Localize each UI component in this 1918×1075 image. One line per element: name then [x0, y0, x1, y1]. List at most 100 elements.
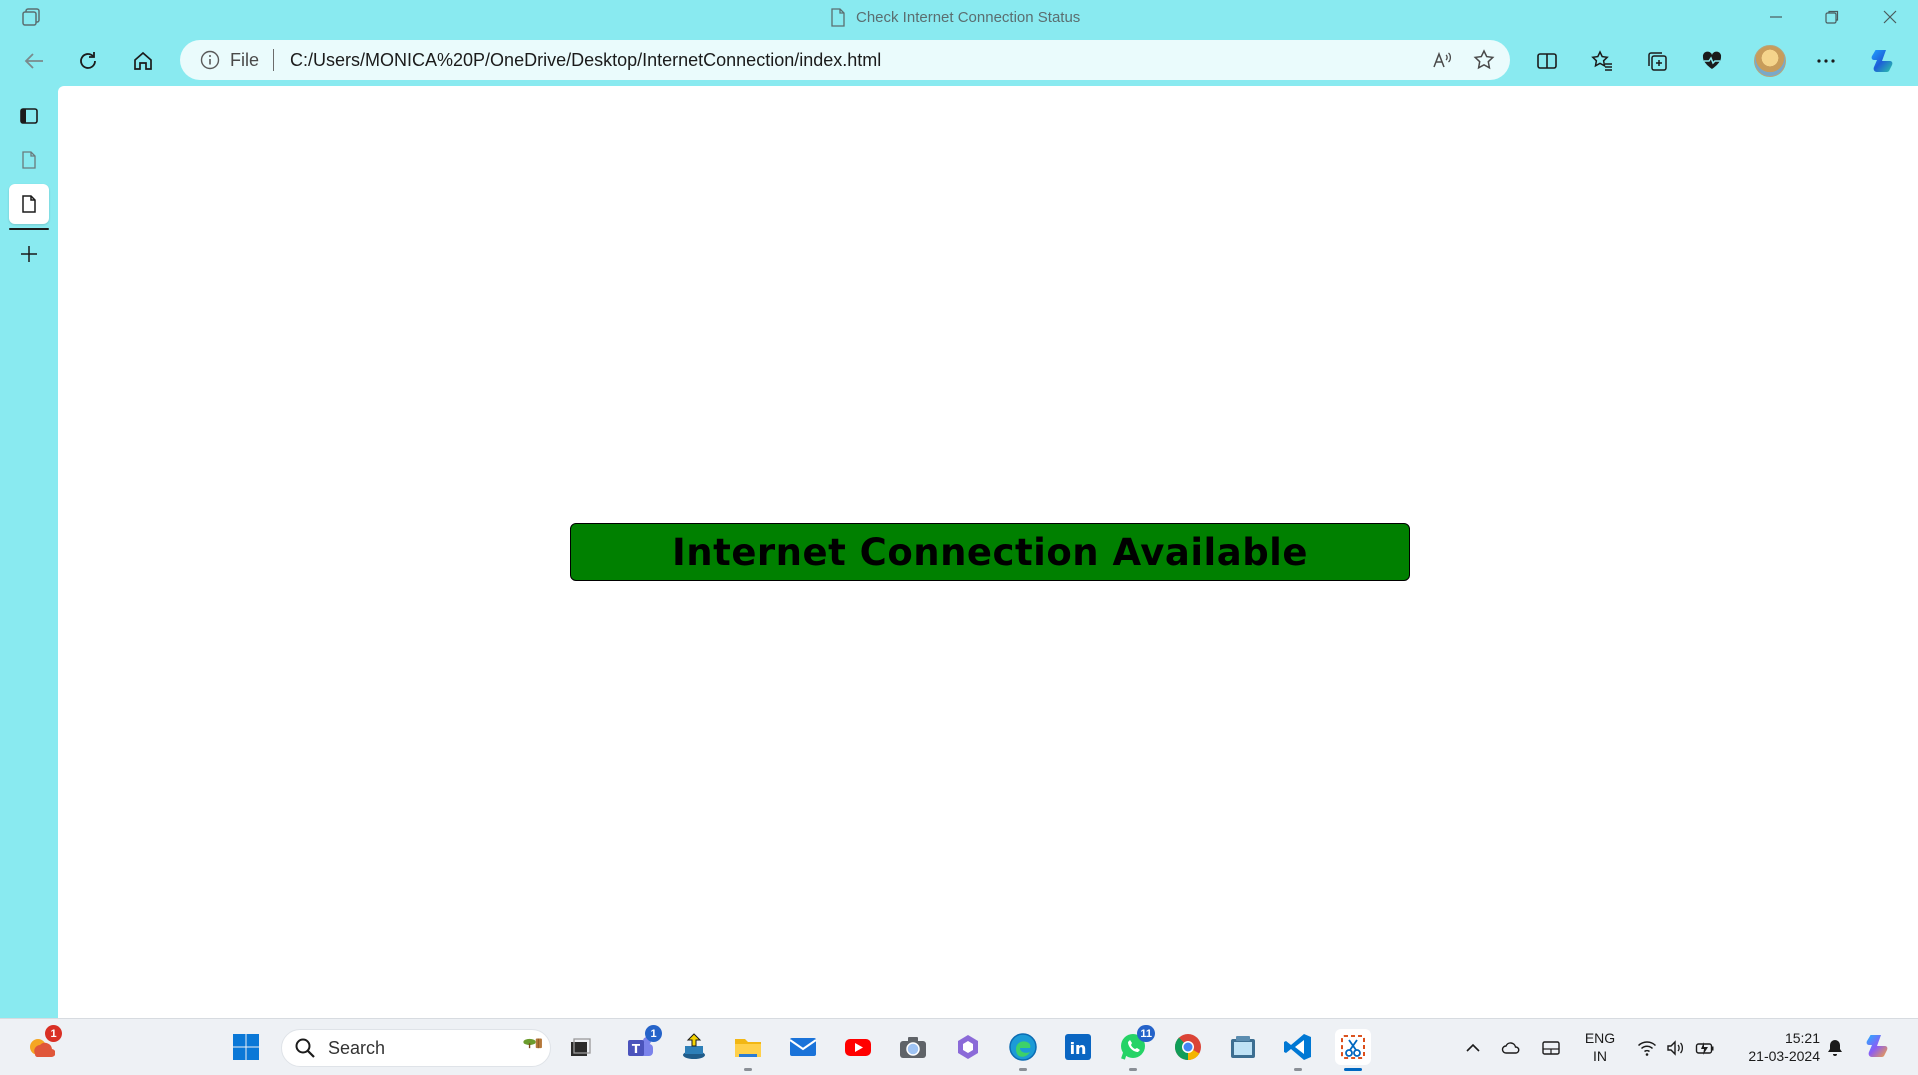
mail-button[interactable]: [785, 1029, 821, 1065]
copilot-taskbar-button[interactable]: [1862, 1031, 1894, 1063]
search-icon: [295, 1038, 315, 1058]
new-tab-button[interactable]: [9, 234, 49, 274]
more-icon: [1817, 59, 1835, 63]
tablet-tray-button[interactable]: [1540, 1037, 1562, 1059]
notifications-button[interactable]: [1824, 1037, 1846, 1059]
youtube-button[interactable]: [840, 1029, 876, 1065]
copilot-pre-icon: [1866, 1035, 1888, 1057]
workspaces-icon[interactable]: [20, 7, 42, 27]
copilot-app-icon: [958, 1035, 978, 1059]
minimize-button[interactable]: [1748, 0, 1804, 34]
split-screen-icon: [1537, 53, 1557, 69]
task-view-button[interactable]: [562, 1029, 598, 1065]
tab-item-blank[interactable]: [9, 140, 49, 180]
clock-time: 15:21: [1784, 1030, 1820, 1046]
back-button[interactable]: [16, 43, 52, 79]
battery-charging-icon: [1695, 1042, 1714, 1055]
read-aloud-icon: [1433, 51, 1452, 68]
language-region: IN: [1593, 1048, 1607, 1064]
favorites-list-icon: [1591, 50, 1612, 71]
installer-button[interactable]: [676, 1029, 712, 1065]
svg-text:in: in: [1070, 1039, 1087, 1058]
tab-actions-icon: [20, 108, 38, 124]
snipping-tool-button[interactable]: [1335, 1029, 1371, 1071]
start-button[interactable]: [228, 1029, 264, 1065]
linkedin-button[interactable]: in: [1060, 1029, 1096, 1065]
vscode-icon: [1284, 1034, 1311, 1060]
edge-button[interactable]: [1005, 1029, 1041, 1071]
split-screen-button[interactable]: [1529, 43, 1565, 79]
clock[interactable]: 15:21 21-03-2024: [1734, 1029, 1820, 1065]
running-indicator: [1129, 1068, 1137, 1071]
home-button[interactable]: [125, 43, 161, 79]
browser-toolbar: File C:/Users/MONICA%20P/OneDrive/Deskto…: [0, 38, 1918, 84]
read-aloud-button[interactable]: [1428, 46, 1456, 74]
onedrive-tray-button[interactable]: [1500, 1037, 1522, 1059]
file-explorer-button[interactable]: [730, 1029, 766, 1071]
installer-icon: [683, 1033, 705, 1059]
profile-avatar[interactable]: [1754, 45, 1786, 77]
input-language[interactable]: ENG IN: [1582, 1029, 1618, 1065]
taskbar-search[interactable]: Search: [281, 1029, 551, 1067]
teams-badge: 1: [645, 1025, 662, 1042]
widgets-button[interactable]: 1: [22, 1025, 62, 1065]
collections-button[interactable]: [1639, 43, 1675, 79]
favorites-button[interactable]: [1584, 43, 1620, 79]
linkedin-icon: in: [1065, 1034, 1091, 1060]
chrome-button[interactable]: [1170, 1029, 1206, 1065]
title-bar: Check Internet Connection Status: [0, 0, 1918, 34]
refresh-button[interactable]: [70, 43, 106, 79]
running-indicator: [1344, 1068, 1362, 1071]
arrow-left-icon: [24, 53, 43, 69]
plus-icon: [21, 246, 37, 262]
restore-button[interactable]: [1804, 0, 1860, 34]
taskbar: 1 Search T 1 in 11 ENG IN 15:21 21-03-20…: [0, 1018, 1918, 1075]
vscode-button[interactable]: [1280, 1029, 1316, 1071]
wifi-tray-button[interactable]: [1636, 1037, 1658, 1059]
info-icon[interactable]: [200, 50, 220, 70]
task-view-icon: [571, 1038, 591, 1056]
cloud-icon: [1501, 1042, 1520, 1054]
heart-pulse-icon: [1702, 51, 1722, 69]
search-label: Search: [328, 1037, 386, 1058]
clipboard-app-button[interactable]: [1225, 1029, 1261, 1065]
keyboard-icon: [1542, 1041, 1560, 1055]
home-icon: [134, 51, 152, 70]
active-tab-underline: [9, 228, 49, 230]
whatsapp-button[interactable]: 11: [1115, 1025, 1155, 1071]
camera-button[interactable]: [895, 1029, 931, 1065]
show-hidden-icons-button[interactable]: [1462, 1037, 1484, 1059]
page-icon: [22, 195, 36, 213]
tab-actions-button[interactable]: [9, 96, 49, 136]
folder-icon: [735, 1039, 761, 1057]
scheme-label: File: [230, 49, 260, 70]
close-button[interactable]: [1862, 0, 1918, 34]
svg-text:T: T: [632, 1042, 641, 1056]
tab-item-active[interactable]: [9, 184, 49, 224]
star-icon: [1473, 49, 1495, 70]
language-code: ENG: [1584, 1030, 1616, 1046]
search-highlight-icon: [523, 1038, 542, 1049]
teams-button[interactable]: T 1: [622, 1025, 662, 1065]
youtube-icon: [845, 1039, 871, 1056]
snipping-tool-icon: [1341, 1035, 1365, 1059]
widgets-badge: 1: [45, 1025, 62, 1042]
chevron-up-icon: [1466, 1043, 1480, 1052]
running-indicator: [1019, 1068, 1027, 1071]
whatsapp-badge: 11: [1137, 1025, 1155, 1042]
copilot-app-button[interactable]: [950, 1029, 986, 1065]
settings-more-button[interactable]: [1808, 43, 1844, 79]
running-indicator: [1294, 1068, 1302, 1071]
volume-tray-button[interactable]: [1664, 1037, 1686, 1059]
address-bar[interactable]: File C:/Users/MONICA%20P/OneDrive/Deskto…: [180, 40, 1510, 80]
battery-tray-button[interactable]: [1694, 1037, 1716, 1059]
speaker-icon: [1667, 1040, 1684, 1056]
collections-icon: [1648, 52, 1667, 71]
favorite-button[interactable]: [1470, 46, 1498, 74]
connection-status-text: Internet Connection Available: [672, 530, 1308, 574]
window-title: Check Internet Connection Status: [830, 6, 1080, 28]
url-text[interactable]: C:/Users/MONICA%20P/OneDrive/Desktop/Int…: [290, 50, 881, 71]
browser-essentials-button[interactable]: [1694, 43, 1730, 79]
vertical-tabs-sidebar: [0, 86, 58, 1018]
copilot-icon[interactable]: [1868, 46, 1898, 76]
